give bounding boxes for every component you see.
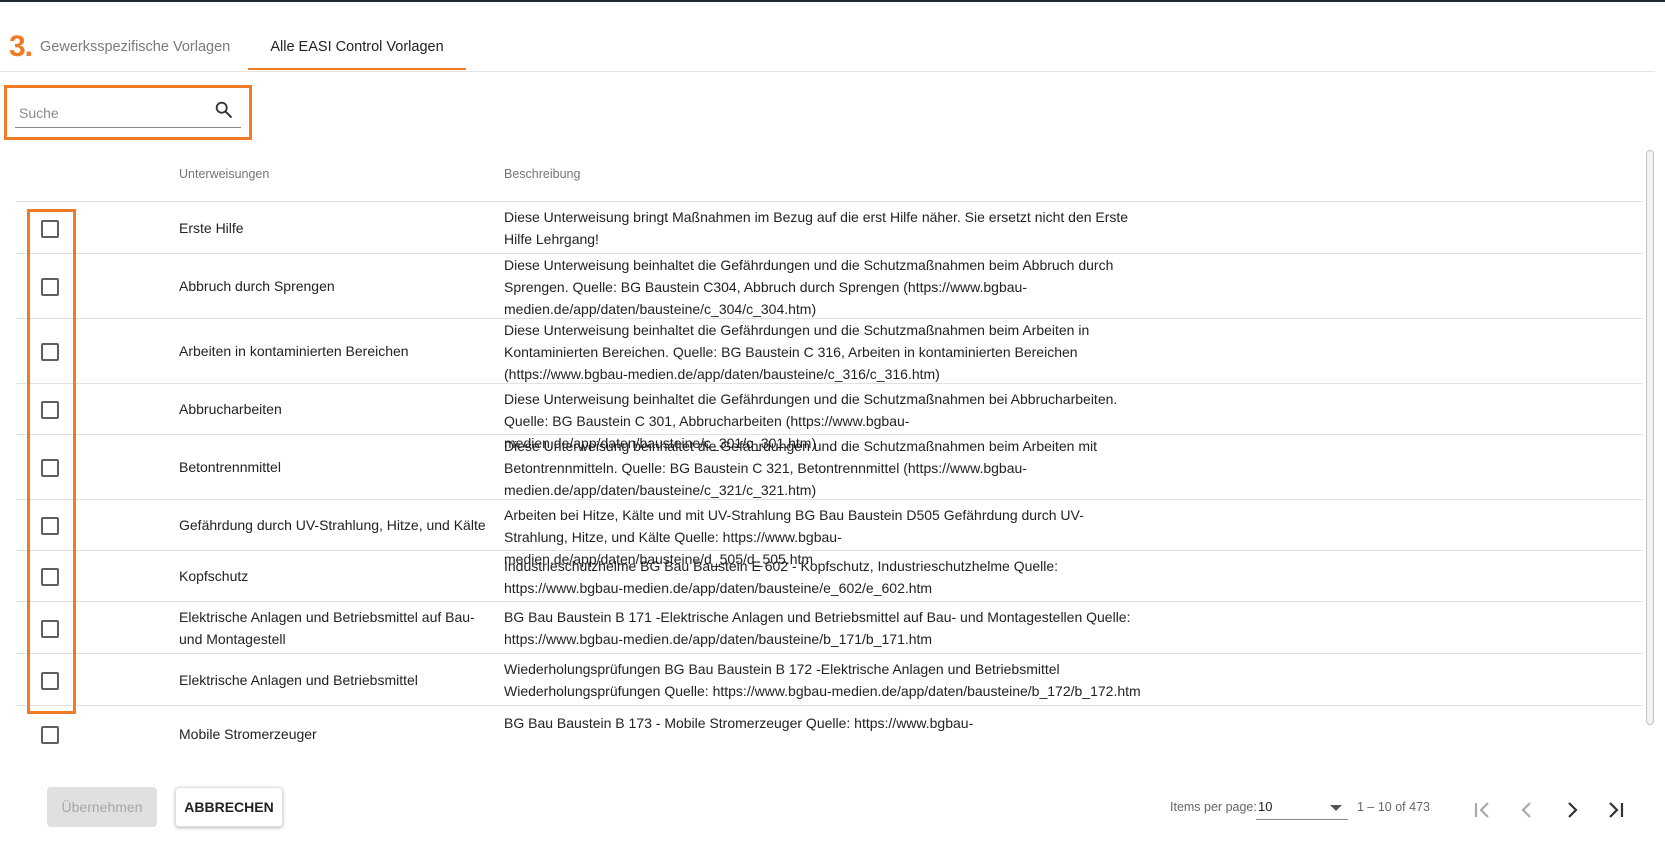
items-per-page-select[interactable]: 10	[1256, 796, 1348, 820]
row-name: Kopfschutz	[179, 568, 249, 584]
row-checkbox[interactable]	[41, 672, 59, 690]
search-icon[interactable]	[213, 99, 235, 121]
row-checkbox[interactable]	[41, 517, 59, 535]
row-checkbox[interactable]	[41, 220, 59, 238]
table-row: Abbrucharbeiten Diese Unterweisung beinh…	[16, 384, 1643, 451]
table-row: Arbeiten in kontaminierten Bereichen Die…	[16, 319, 1643, 384]
row-description: BG Bau Baustein B 173 - Mobile Stromerze…	[504, 715, 974, 731]
table-row: Gefährdung durch UV-Strahlung, Hitze, un…	[16, 500, 1643, 567]
row-description: Diese Unterweisung beinhaltet die Gefähr…	[504, 257, 1114, 317]
column-header-unterweisungen[interactable]: Unterweisungen	[179, 167, 269, 181]
table-row: Betontrennmittel Diese Unterweisung bein…	[16, 435, 1643, 500]
row-name: Gefährdung durch UV-Strahlung, Hitze, un…	[179, 517, 486, 533]
row-name: Elektrische Anlagen und Betriebsmittel a…	[179, 609, 475, 647]
row-description: Diese Unterweisung beinhaltet die Gefähr…	[504, 322, 1090, 382]
row-name: Betontrennmittel	[179, 459, 281, 475]
apply-button[interactable]: Übernehmen	[47, 787, 157, 827]
table-row: Mobile Stromerzeuger BG Bau Baustein B 1…	[16, 706, 1643, 748]
items-per-page-value: 10	[1258, 799, 1273, 814]
row-description: Industrieschutzhelme BG Bau Baustein E 6…	[504, 558, 1059, 596]
table-row: Kopfschutz Industrieschutzhelme BG Bau B…	[16, 551, 1643, 602]
row-checkbox[interactable]	[41, 401, 59, 419]
row-checkbox[interactable]	[41, 568, 59, 586]
row-name: Mobile Stromerzeuger	[179, 726, 317, 742]
row-name: Elektrische Anlagen und Betriebsmittel	[179, 672, 418, 688]
tab-alle-easi-control-vorlagen[interactable]: Alle EASI Control Vorlagen	[248, 28, 466, 70]
row-checkbox[interactable]	[41, 620, 59, 638]
table-header: Unterweisungen Beschreibung	[16, 150, 1643, 202]
row-description: Wiederholungsprüfungen BG Bau Baustein B…	[504, 661, 1141, 699]
row-description: Diese Unterweisung beinhaltet die Gefähr…	[504, 438, 1098, 498]
table-row: Elektrische Anlagen und Betriebsmittel W…	[16, 654, 1643, 706]
row-description: BG Bau Baustein B 171 -Elektrische Anlag…	[504, 609, 1131, 647]
tab-label: Alle EASI Control Vorlagen	[270, 39, 444, 55]
search-field	[15, 94, 241, 128]
row-name: Abbrucharbeiten	[179, 401, 282, 417]
tab-gewerksspezifische-vorlagen[interactable]: Gewerksspezifische Vorlagen	[40, 28, 250, 70]
search-highlight-frame	[4, 85, 252, 140]
row-checkbox[interactable]	[41, 459, 59, 477]
active-tab-indicator	[248, 68, 466, 70]
row-name: Erste Hilfe	[179, 220, 244, 236]
table-row: Elektrische Anlagen und Betriebsmittel a…	[16, 602, 1643, 654]
row-checkbox[interactable]	[41, 726, 59, 744]
row-checkbox[interactable]	[41, 278, 59, 296]
first-page-icon[interactable]	[1467, 794, 1499, 826]
chevron-left-icon[interactable]	[1511, 794, 1543, 826]
row-name: Abbruch durch Sprengen	[179, 278, 335, 294]
scrollbar-thumb[interactable]	[1646, 150, 1654, 725]
chevron-right-icon[interactable]	[1556, 794, 1588, 826]
items-per-page-label: Items per page:	[1170, 800, 1257, 814]
step-annotation: 3.	[9, 30, 33, 63]
top-border	[0, 0, 1665, 2]
row-description: Diese Unterweisung bringt Maßnahmen im B…	[504, 209, 1129, 247]
table-row: Abbruch durch Sprengen Diese Unterweisun…	[16, 254, 1643, 319]
scrollbar[interactable]	[1644, 150, 1656, 725]
templates-table: Unterweisungen Beschreibung Erste Hilfe …	[16, 150, 1643, 748]
page-range-label: 1 – 10 of 473	[1357, 800, 1430, 814]
search-input[interactable]	[19, 102, 209, 124]
row-checkbox[interactable]	[41, 343, 59, 361]
cancel-button[interactable]: ABBRECHEN	[175, 787, 283, 827]
column-header-beschreibung[interactable]: Beschreibung	[504, 167, 580, 181]
last-page-icon[interactable]	[1599, 794, 1631, 826]
table-row: Erste Hilfe Diese Unterweisung bringt Ma…	[16, 202, 1643, 254]
tabs-divider	[0, 71, 1655, 72]
row-name: Arbeiten in kontaminierten Bereichen	[179, 343, 409, 359]
caret-down-icon	[1330, 805, 1342, 811]
